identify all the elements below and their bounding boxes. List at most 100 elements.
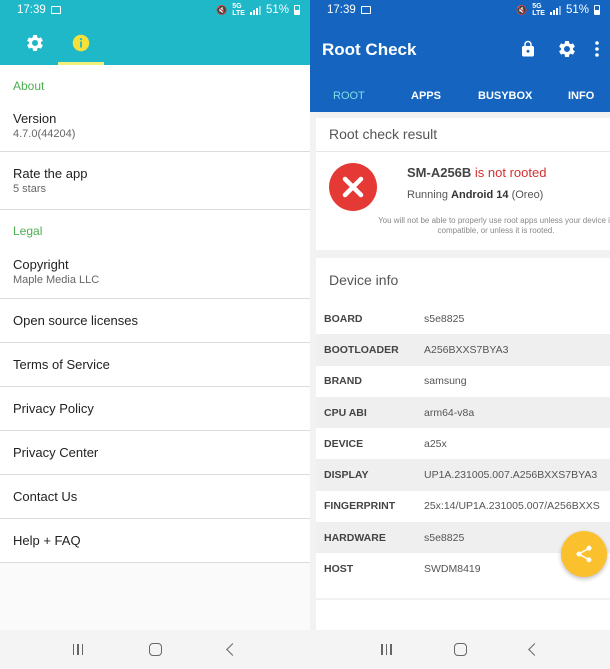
row-value: UP1A.231005.007.A256BXXS7BYA3 bbox=[424, 469, 598, 482]
table-row: DISPLAY UP1A.231005.007.A256BXXS7BYA3 bbox=[316, 459, 610, 491]
row-value: SWDM8419 bbox=[424, 563, 481, 576]
list-item-rate-app[interactable]: Rate the app 5 stars bbox=[0, 152, 310, 210]
app-toolbar: Root Check bbox=[310, 20, 610, 80]
root-check-tab-bar: ROOT APPS BUSYBOX INFO bbox=[310, 80, 610, 112]
device-status-line: SM-A256B is not rooted bbox=[407, 165, 546, 180]
clock: 17:39 bbox=[17, 4, 46, 16]
about-list: About Version 4.7.0(44204) Rate the app … bbox=[0, 65, 310, 563]
device-model: SM-A256B bbox=[407, 165, 472, 180]
table-row: CPU ABI arm64-v8a bbox=[316, 396, 610, 429]
list-item-privacy-policy[interactable]: Privacy Policy bbox=[0, 387, 310, 431]
divider bbox=[316, 151, 610, 152]
status-bar: 17:39 🔇 5G LTE 51% bbox=[0, 0, 310, 20]
list-item-title: Version bbox=[13, 110, 57, 126]
mute-icon: 🔇 bbox=[516, 4, 528, 15]
info-icon bbox=[72, 34, 90, 51]
tab-root[interactable]: ROOT bbox=[333, 90, 365, 102]
list-item-title: Rate the app bbox=[13, 166, 88, 181]
list-item-title: Privacy Policy bbox=[13, 401, 94, 416]
network-5g-icon: 5G LTE bbox=[232, 3, 245, 17]
row-value: A256BXXS7BYA3 bbox=[424, 343, 509, 356]
not-rooted-status-icon bbox=[329, 163, 377, 211]
clock: 17:39 bbox=[327, 4, 356, 16]
signal-icon bbox=[249, 5, 261, 15]
root-status: is not rooted bbox=[474, 165, 547, 180]
more-vert-icon bbox=[595, 41, 599, 57]
signal-icon bbox=[549, 5, 561, 15]
row-value: samsung bbox=[424, 375, 467, 388]
device-info-heading: Device info bbox=[329, 272, 399, 288]
section-header-legal: Legal bbox=[13, 224, 43, 238]
row-key: DEVICE bbox=[324, 437, 364, 450]
list-item-title: Help + FAQ bbox=[13, 533, 81, 548]
settings-about-screen: 17:39 🔇 5G LTE 51% About Version 4.7.0(44… bbox=[0, 0, 310, 669]
list-item-title: Terms of Service bbox=[13, 357, 110, 372]
list-item-help-faq[interactable]: Help + FAQ bbox=[0, 519, 310, 563]
row-value: s5e8825 bbox=[424, 531, 465, 544]
list-item-terms-of-service[interactable]: Terms of Service bbox=[0, 343, 310, 387]
battery-percent: 51% bbox=[565, 4, 589, 16]
system-nav-bar bbox=[310, 630, 610, 669]
list-item-privacy-center[interactable]: Privacy Center bbox=[0, 431, 310, 475]
settings-button[interactable] bbox=[556, 38, 578, 60]
table-row: FINGERPRINT 25x:14/UP1A.231005.007/A256BX… bbox=[316, 491, 610, 522]
row-key: HOST bbox=[324, 563, 354, 576]
list-item-contact-us[interactable]: Contact Us bbox=[0, 475, 310, 519]
battery-percent: 51% bbox=[265, 4, 289, 16]
lock-button[interactable] bbox=[517, 38, 539, 60]
list-item-title: Contact Us bbox=[13, 489, 78, 504]
root-check-screen: 17:39 🔇 5G LTE 51% Root Check ROOT APPS B… bbox=[310, 0, 610, 669]
recent-apps-button[interactable] bbox=[381, 644, 392, 655]
next-card-edge bbox=[316, 600, 610, 630]
root-check-result-card: Root check result SM-A256B is not rooted… bbox=[316, 118, 610, 250]
app-title: Root Check bbox=[322, 40, 417, 59]
list-item-subtitle: 5 stars bbox=[13, 183, 47, 195]
table-row: BOOTLOADER A256BXXS7BYA3 bbox=[316, 334, 610, 366]
overflow-menu-button[interactable] bbox=[590, 38, 604, 60]
list-item-title: Copyright bbox=[13, 256, 69, 272]
android-version-line: Running Android 14 (Oreo) bbox=[407, 189, 543, 201]
table-row: DEVICE a25x bbox=[316, 428, 610, 459]
list-item-title: Open source licenses bbox=[13, 313, 139, 328]
gallery-icon bbox=[360, 6, 371, 14]
row-value: 25x:14/UP1A.231005.007/A256BXXS bbox=[424, 500, 600, 513]
lock-icon bbox=[522, 40, 534, 57]
tab-settings[interactable] bbox=[12, 20, 58, 65]
android-codename: (Oreo) bbox=[511, 189, 544, 201]
battery-icon bbox=[594, 5, 600, 15]
list-item-subtitle: Maple Media LLC bbox=[13, 273, 100, 286]
share-icon bbox=[576, 545, 592, 563]
close-icon bbox=[342, 176, 364, 198]
gear-icon bbox=[27, 34, 43, 51]
list-item-version[interactable]: Version 4.7.0(44204) bbox=[0, 99, 310, 152]
recent-apps-button[interactable] bbox=[72, 644, 84, 655]
row-value: s5e8825 bbox=[424, 312, 465, 325]
tab-apps[interactable]: APPS bbox=[411, 90, 441, 102]
back-button[interactable] bbox=[527, 643, 541, 656]
tab-info[interactable]: INFO bbox=[568, 90, 594, 102]
table-row: BRAND samsung bbox=[316, 366, 610, 397]
list-item-title: Privacy Center bbox=[13, 445, 99, 460]
android-version: Android 14 bbox=[451, 189, 509, 201]
gallery-icon bbox=[50, 6, 61, 14]
row-key: DISPLAY bbox=[324, 469, 369, 482]
list-item-copyright[interactable]: Copyright Maple Media LLC bbox=[0, 244, 310, 299]
row-key: BRAND bbox=[324, 375, 362, 388]
network-5g-icon: 5G LTE bbox=[532, 3, 545, 17]
home-button[interactable] bbox=[454, 643, 468, 656]
home-button[interactable] bbox=[149, 643, 163, 656]
share-button[interactable] bbox=[561, 531, 607, 577]
list-item-subtitle: 4.7.0(44204) bbox=[13, 127, 76, 140]
row-key: FINGERPRINT bbox=[324, 500, 396, 513]
warning-text: You will not be able to properly use roo… bbox=[378, 216, 610, 235]
list-item-open-source-licenses[interactable]: Open source licenses bbox=[0, 299, 310, 343]
battery-icon bbox=[294, 5, 300, 15]
tab-info[interactable] bbox=[58, 20, 104, 65]
row-key: HARDWARE bbox=[324, 531, 386, 544]
table-row: BOARD s5e8825 bbox=[316, 303, 610, 334]
running-label: Running bbox=[407, 189, 448, 201]
status-bar: 17:39 🔇 5G LTE 51% bbox=[310, 0, 610, 20]
tab-busybox[interactable]: BUSYBOX bbox=[478, 90, 532, 102]
back-button[interactable] bbox=[226, 643, 239, 656]
gear-icon bbox=[559, 40, 575, 57]
